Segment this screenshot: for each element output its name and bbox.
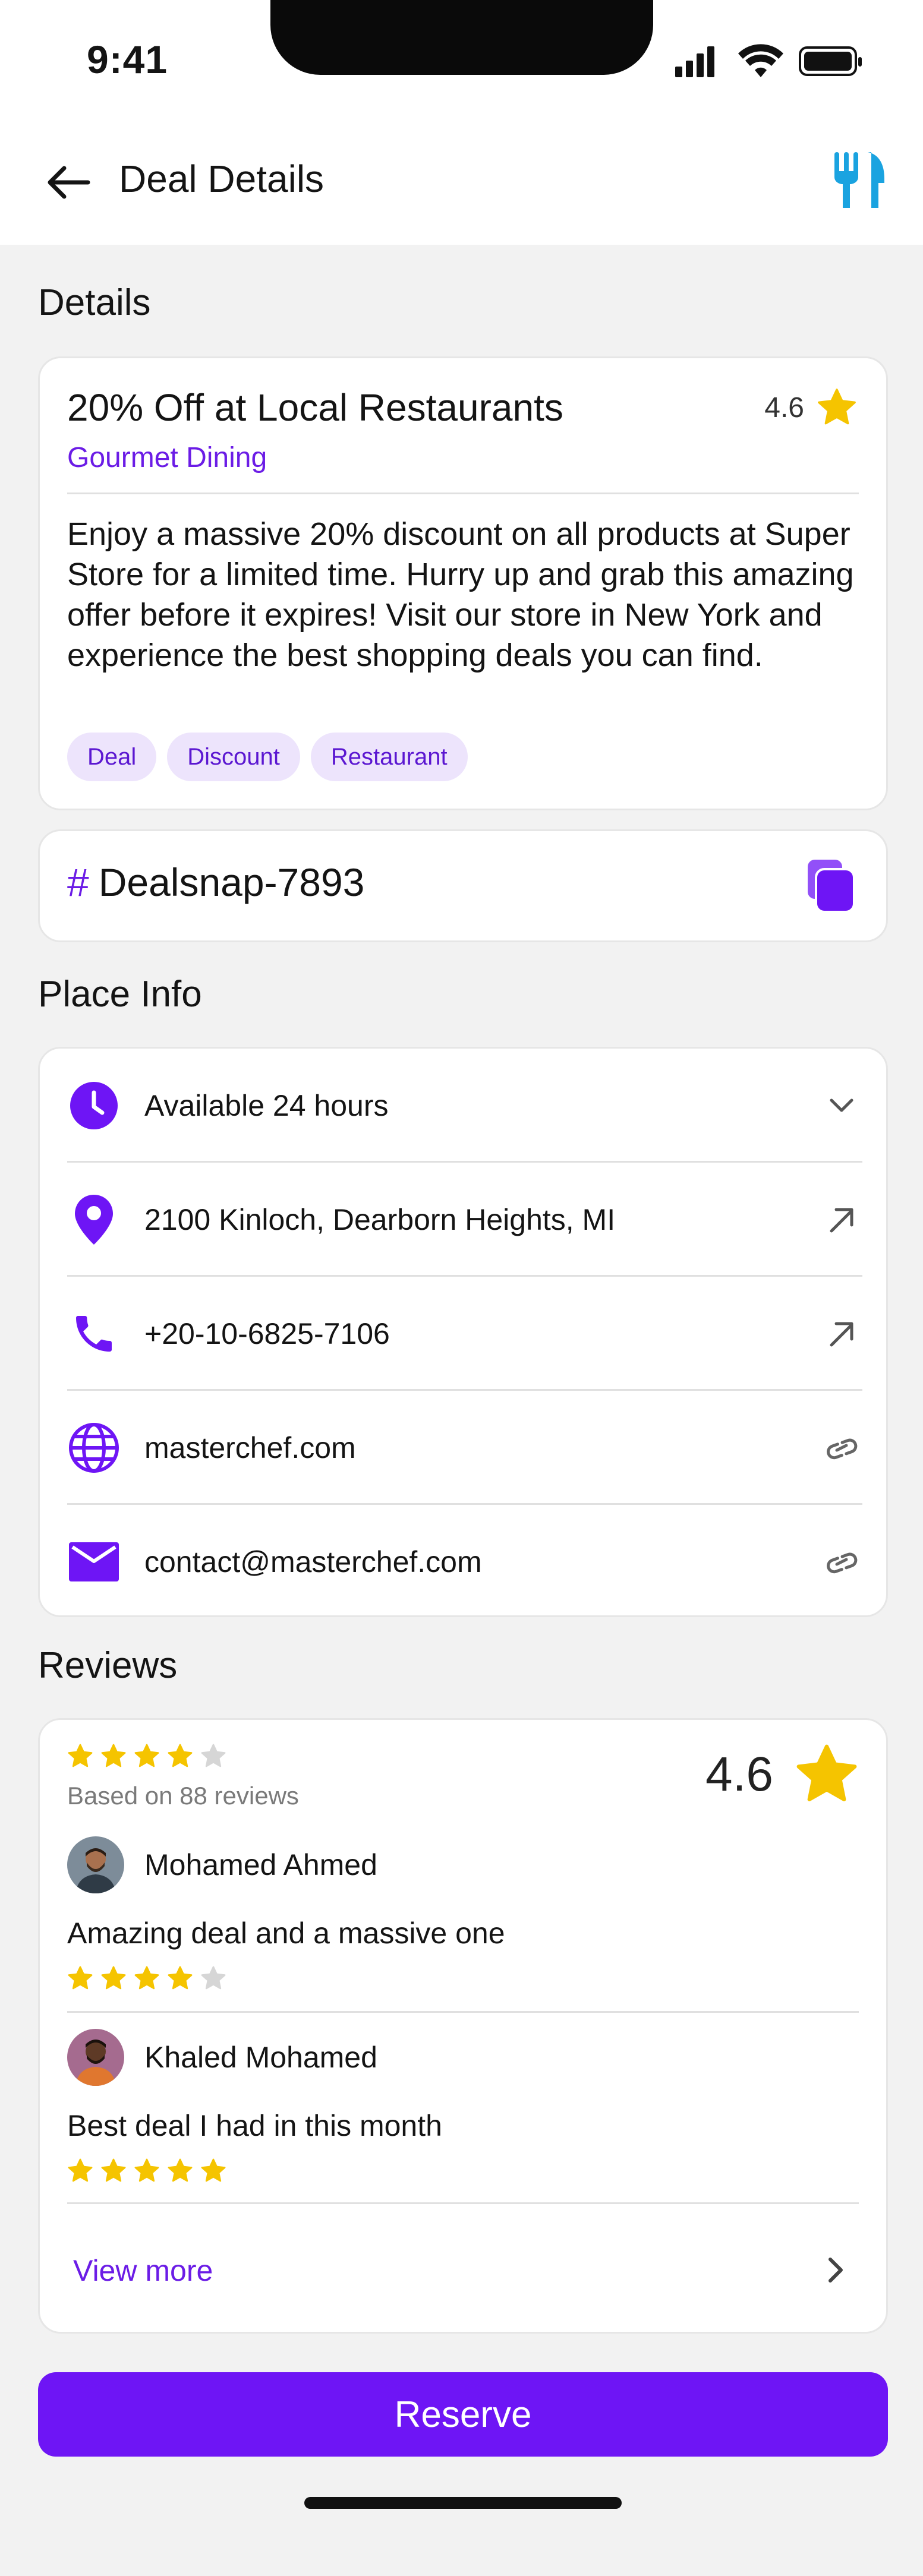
review-count: Based on 88 reviews bbox=[67, 1782, 299, 1810]
star-empty-icon bbox=[201, 1966, 226, 1990]
place-info-card: Available 24 hours 2100 Kinloch, Dearbor… bbox=[38, 1047, 888, 1617]
tag-discount[interactable]: Discount bbox=[167, 733, 300, 781]
back-button[interactable] bbox=[42, 156, 95, 209]
reviews-card: Based on 88 reviews 4.6 Mohamed Ahmed Am… bbox=[38, 1718, 888, 2334]
app-header: Deal Details bbox=[0, 119, 923, 245]
chevron-down-icon[interactable] bbox=[821, 1085, 862, 1126]
link-icon[interactable] bbox=[821, 1541, 862, 1583]
clock-icon bbox=[67, 1079, 121, 1132]
device-notch bbox=[270, 0, 653, 75]
arrow-left-icon bbox=[48, 166, 90, 199]
home-indicator bbox=[304, 2497, 622, 2509]
copy-icon[interactable] bbox=[808, 860, 855, 913]
status-bar: 9:41 bbox=[0, 0, 923, 119]
cutlery-icon[interactable] bbox=[833, 151, 887, 210]
star-filled-icon bbox=[68, 2158, 93, 2182]
star-filled-icon bbox=[201, 2158, 226, 2182]
star-filled-icon bbox=[101, 1966, 126, 1990]
phone-label: +20-10-6825-7106 bbox=[144, 1317, 390, 1350]
reserve-button[interactable]: Reserve bbox=[38, 2372, 888, 2457]
arrow-up-right-icon[interactable] bbox=[821, 1313, 862, 1355]
mail-icon bbox=[67, 1535, 121, 1589]
address-label: 2100 Kinloch, Dearborn Heights, MI bbox=[144, 1203, 616, 1236]
deal-rating: 4.6 bbox=[764, 388, 858, 427]
place-info-hours[interactable]: Available 24 hours bbox=[67, 1049, 862, 1163]
globe-icon bbox=[67, 1421, 121, 1475]
star-filled-icon bbox=[168, 1966, 193, 1990]
phone-icon bbox=[67, 1307, 121, 1360]
divider bbox=[67, 2011, 859, 2013]
link-icon[interactable] bbox=[821, 1427, 862, 1469]
tag-restaurant[interactable]: Restaurant bbox=[310, 733, 468, 781]
status-icons bbox=[675, 44, 862, 77]
star-filled-icon bbox=[101, 2158, 126, 2182]
reviewer-name: Mohamed Ahmed bbox=[144, 1848, 377, 1882]
divider bbox=[67, 2202, 859, 2204]
star-empty-icon bbox=[201, 1744, 226, 1767]
avatar[interactable] bbox=[67, 2029, 124, 2086]
star-filled-icon bbox=[101, 1744, 126, 1767]
deal-description: Enjoy a massive 20% discount on all prod… bbox=[67, 516, 854, 673]
star-filled-icon bbox=[168, 1744, 193, 1767]
reviewer-name: Khaled Mohamed bbox=[144, 2041, 377, 2074]
overall-rating-value: 4.6 bbox=[705, 1747, 773, 1801]
deal-details-card: 20% Off at Local Restaurants 4.6 Gourmet… bbox=[38, 356, 888, 810]
summary-star-rating bbox=[67, 1744, 226, 1769]
avatar[interactable] bbox=[67, 1836, 124, 1893]
website-label: masterchef.com bbox=[144, 1431, 356, 1464]
star-filled-icon bbox=[168, 2158, 193, 2182]
deal-title: 20% Off at Local Restaurants bbox=[67, 386, 563, 429]
deal-code-value: Dealsnap-7893 bbox=[98, 860, 365, 904]
signal-icon bbox=[675, 46, 714, 77]
star-icon bbox=[796, 1744, 857, 1801]
review-star-rating bbox=[67, 1966, 226, 1991]
tag-list: Deal Discount Restaurant bbox=[67, 733, 468, 781]
place-info-section-title: Place Info bbox=[38, 974, 202, 1015]
deal-rating-value: 4.6 bbox=[764, 392, 804, 424]
status-time: 9:41 bbox=[87, 37, 168, 81]
place-info-address[interactable]: 2100 Kinloch, Dearborn Heights, MI bbox=[67, 1163, 862, 1277]
place-info-website[interactable]: masterchef.com bbox=[67, 1391, 862, 1505]
review-text: Best deal I had in this month bbox=[67, 2109, 442, 2142]
wifi-icon bbox=[738, 44, 783, 77]
location-pin-icon bbox=[67, 1193, 121, 1246]
hash-symbol: # bbox=[67, 860, 89, 904]
review-star-rating bbox=[67, 2158, 226, 2183]
chevron-right-icon[interactable] bbox=[817, 2252, 853, 2288]
tag-deal[interactable]: Deal bbox=[67, 733, 157, 781]
hours-label: Available 24 hours bbox=[144, 1089, 389, 1122]
reviewer-2: Khaled Mohamed bbox=[67, 2029, 377, 2086]
star-filled-icon bbox=[134, 1966, 159, 1990]
star-filled-icon bbox=[134, 2158, 159, 2182]
page-title: Deal Details bbox=[119, 157, 325, 200]
place-info-phone[interactable]: +20-10-6825-7106 bbox=[67, 1277, 862, 1391]
review-text: Amazing deal and a massive one bbox=[67, 1917, 505, 1950]
star-filled-icon bbox=[68, 1744, 93, 1767]
deal-code: # Dealsnap-7893 bbox=[67, 860, 364, 905]
overall-rating: 4.6 bbox=[705, 1744, 859, 1805]
details-section-title: Details bbox=[38, 282, 151, 323]
deal-category[interactable]: Gourmet Dining bbox=[67, 441, 267, 474]
star-filled-icon bbox=[68, 1966, 93, 1990]
battery-icon bbox=[799, 46, 862, 76]
view-more-link[interactable]: View more bbox=[73, 2253, 213, 2288]
arrow-up-right-icon[interactable] bbox=[821, 1199, 862, 1240]
star-filled-icon bbox=[134, 1744, 159, 1767]
deal-code-card: # Dealsnap-7893 bbox=[38, 829, 888, 942]
email-label: contact@masterchef.com bbox=[144, 1545, 482, 1579]
divider bbox=[67, 493, 859, 494]
star-icon bbox=[818, 389, 856, 425]
reviewer-1: Mohamed Ahmed bbox=[67, 1836, 377, 1893]
place-info-email[interactable]: contact@masterchef.com bbox=[67, 1505, 862, 1619]
reviews-section-title: Reviews bbox=[38, 1645, 178, 1686]
